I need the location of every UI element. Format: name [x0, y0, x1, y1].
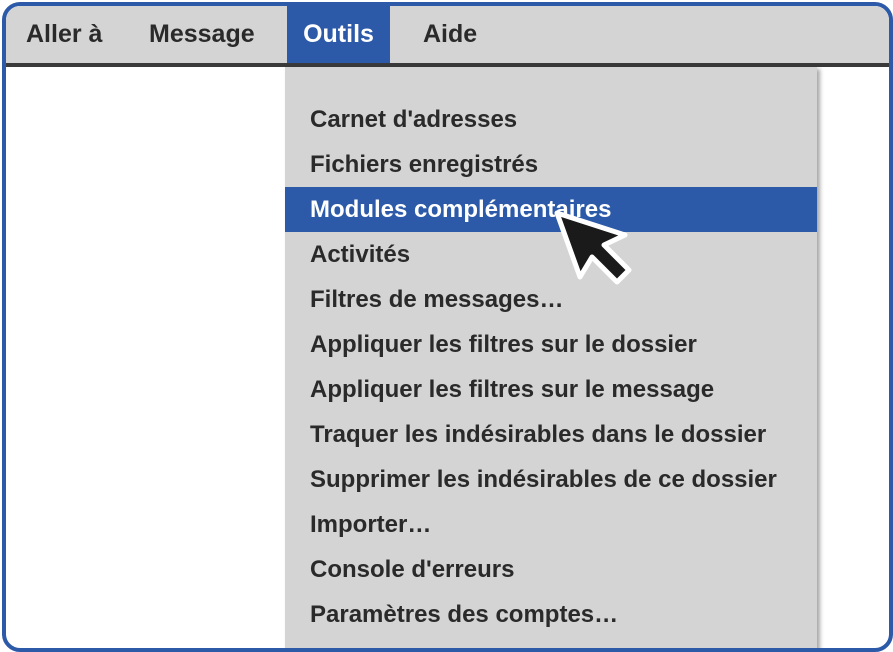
menu-aide[interactable]: Aide [423, 6, 493, 63]
menu-aller-a[interactable]: Aller à [26, 6, 116, 63]
outils-dropdown-menu: Carnet d'adresses Fichiers enregistrés M… [285, 67, 817, 648]
menu-item-console-erreurs[interactable]: Console d'erreurs [285, 547, 817, 592]
mouse-pointer-icon [554, 210, 632, 285]
menu-item-parametres-comptes[interactable]: Paramètres des comptes… [285, 592, 817, 637]
menu-item-appliquer-filtres-dossier[interactable]: Appliquer les filtres sur le dossier [285, 322, 817, 367]
application-window: Aller à Message Outils Aide Carnet d'adr… [2, 2, 893, 652]
menu-outils[interactable]: Outils [287, 6, 390, 63]
menu-bar: Aller à Message Outils Aide [6, 6, 889, 67]
menu-message[interactable]: Message [149, 6, 269, 63]
menu-item-supprimer-indesirables[interactable]: Supprimer les indésirables de ce dossier [285, 457, 817, 502]
menu-item-importer[interactable]: Importer… [285, 502, 817, 547]
menu-item-fichiers-enregistres[interactable]: Fichiers enregistrés [285, 142, 817, 187]
menu-item-carnet-adresses[interactable]: Carnet d'adresses [285, 97, 817, 142]
menu-item-traquer-indesirables[interactable]: Traquer les indésirables dans le dossier [285, 412, 817, 457]
menu-item-appliquer-filtres-message[interactable]: Appliquer les filtres sur le message [285, 367, 817, 412]
